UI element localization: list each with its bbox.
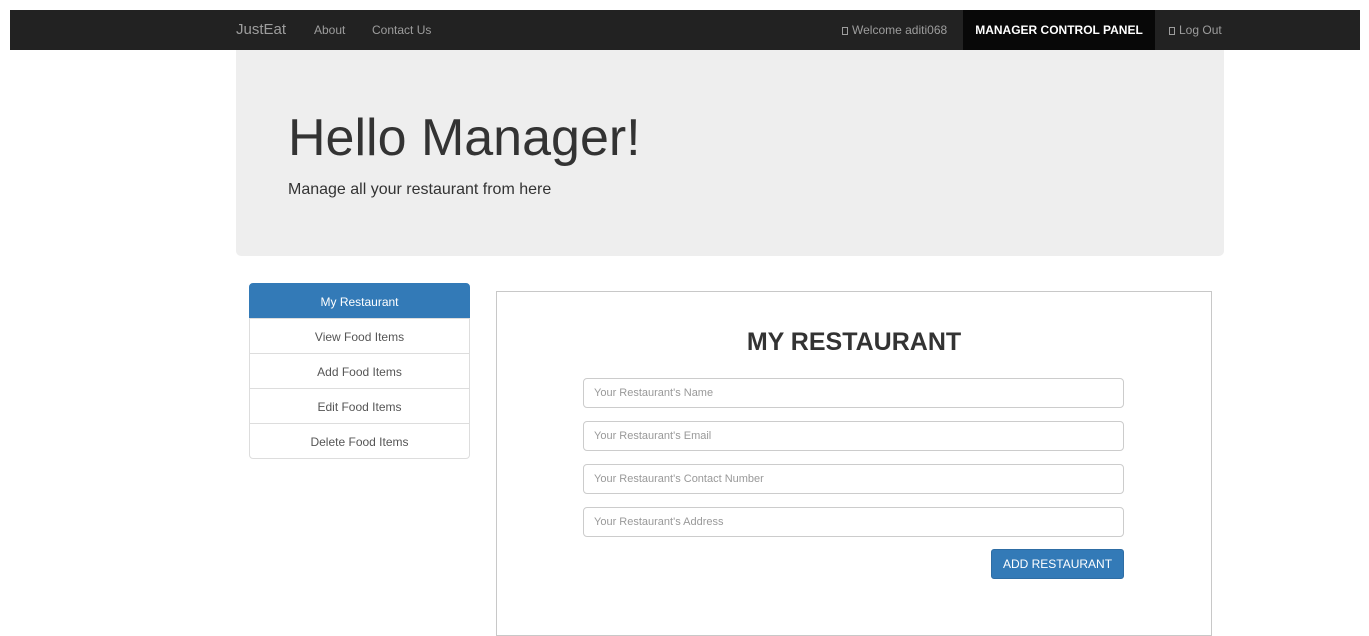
logout-link[interactable]: Log Out — [1169, 10, 1222, 50]
top-navbar: JustEat About Contact Us Welcome aditi06… — [10, 10, 1360, 50]
logout-text: Log Out — [1179, 23, 1222, 37]
nav-about-link[interactable]: About — [314, 10, 345, 50]
sidebar-item-edit-food-items[interactable]: Edit Food Items — [249, 388, 470, 424]
manager-control-panel-link[interactable]: MANAGER CONTROL PANEL — [963, 10, 1155, 50]
logout-icon — [1169, 27, 1175, 35]
welcome-text: Welcome aditi068 — [852, 23, 948, 37]
restaurant-address-input[interactable] — [583, 507, 1124, 537]
sidebar-item-add-food-items[interactable]: Add Food Items — [249, 353, 470, 389]
hero-banner: Hello Manager! Manage all your restauran… — [236, 50, 1224, 256]
sidebar-item-view-food-items[interactable]: View Food Items — [249, 318, 470, 354]
page-title: Hello Manager! — [288, 109, 641, 167]
sidebar-menu: My Restaurant View Food Items Add Food I… — [249, 283, 470, 459]
panel-title: MY RESTAURANT — [746, 328, 962, 356]
restaurant-email-input[interactable] — [583, 421, 1124, 451]
nav-welcome-link[interactable]: Welcome aditi068 — [842, 10, 947, 50]
restaurant-name-input[interactable] — [583, 378, 1124, 408]
page-subtitle: Manage all your restaurant from here — [288, 181, 552, 198]
sidebar-item-my-restaurant[interactable]: My Restaurant — [249, 283, 470, 319]
sidebar-item-delete-food-items[interactable]: Delete Food Items — [249, 423, 470, 459]
my-restaurant-panel: MY RESTAURANT ADD RESTAURANT — [496, 291, 1212, 636]
nav-contact-link[interactable]: Contact Us — [372, 10, 431, 50]
add-restaurant-button[interactable]: ADD RESTAURANT — [991, 549, 1124, 579]
brand-link[interactable]: JustEat — [236, 10, 286, 50]
user-icon — [842, 27, 848, 35]
restaurant-contact-input[interactable] — [583, 464, 1124, 494]
